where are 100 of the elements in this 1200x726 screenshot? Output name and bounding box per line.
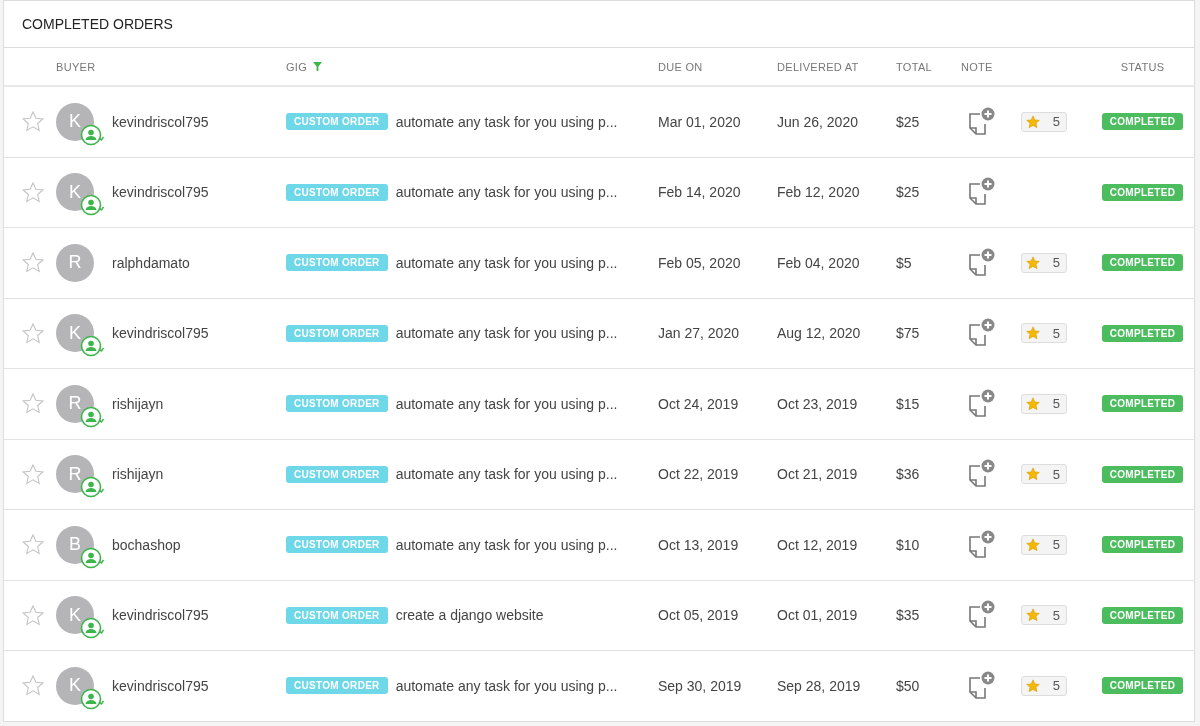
order-tag: CUSTOM ORDER [286, 324, 388, 342]
delivered-date: Oct 23, 2019 [777, 395, 859, 412]
column-header[interactable]: BUYER [56, 60, 286, 73]
column-header[interactable]: TOTAL [896, 60, 961, 73]
column-header[interactable]: DELIVERED AT [777, 60, 896, 73]
add-note-icon[interactable] [967, 106, 997, 137]
rating-value: 5 [1052, 466, 1060, 482]
buyer-name[interactable]: bochashop [112, 536, 181, 553]
add-note-icon[interactable] [967, 388, 997, 419]
order-tag: CUSTOM ORDER [286, 465, 388, 483]
buyer-name[interactable]: ralphdamato [112, 254, 190, 271]
star-icon [1026, 396, 1040, 411]
add-note-icon[interactable] [967, 600, 997, 631]
rating-value: 5 [1052, 678, 1060, 694]
gig-title[interactable]: automate any task for you using p... [395, 536, 618, 553]
panel-title: COMPLETED ORDERS [4, 1, 1194, 48]
rating-value: 5 [1052, 114, 1060, 130]
gig-title[interactable]: automate any task for you using p... [395, 677, 618, 694]
avatar: R [56, 243, 94, 282]
star-icon [1026, 326, 1040, 341]
delivered-date: Aug 12, 2020 [777, 325, 862, 342]
column-header[interactable]: STATUS [1120, 60, 1165, 73]
order-tag: CUSTOM ORDER [286, 183, 388, 201]
star-icon [1026, 537, 1040, 552]
order-total: $75 [896, 325, 921, 342]
order-tag: CUSTOM ORDER [286, 395, 388, 413]
due-date: Jan 27, 2020 [658, 325, 740, 342]
order-total: $50 [896, 677, 921, 694]
gig-title[interactable]: automate any task for you using p... [395, 395, 618, 412]
order-tag: CUSTOM ORDER [286, 606, 388, 624]
star-icon[interactable] [22, 604, 44, 626]
status-badge: COMPLETED [1101, 606, 1184, 624]
add-note-icon[interactable] [967, 177, 997, 208]
star-icon[interactable] [22, 463, 44, 485]
order-total: $36 [896, 466, 921, 483]
column-header[interactable]: GIG [286, 60, 308, 73]
star-icon[interactable] [22, 393, 44, 415]
order-tag: CUSTOM ORDER [286, 536, 388, 554]
add-note-icon[interactable] [967, 459, 997, 490]
star-icon[interactable] [22, 111, 44, 133]
gig-title[interactable]: automate any task for you using p... [395, 325, 618, 342]
due-date: Oct 13, 2019 [658, 536, 740, 553]
star-icon [1026, 255, 1040, 270]
due-date: Feb 05, 2020 [658, 254, 742, 271]
delivered-date: Sep 28, 2019 [777, 677, 862, 694]
delivered-date: Oct 12, 2019 [777, 536, 859, 553]
due-date: Oct 24, 2019 [658, 395, 740, 412]
filter-icon[interactable] [313, 62, 323, 71]
due-date: Oct 22, 2019 [658, 466, 740, 483]
order-tag: CUSTOM ORDER [286, 254, 388, 272]
status-badge: COMPLETED [1101, 536, 1184, 554]
add-note-icon[interactable] [967, 670, 997, 701]
column-header[interactable]: NOTE [961, 60, 1021, 73]
star-icon[interactable] [22, 534, 44, 556]
delivered-date: Oct 01, 2019 [777, 607, 859, 624]
delivered-date: Feb 12, 2020 [777, 184, 861, 201]
add-note-icon[interactable] [967, 529, 997, 560]
due-date: Oct 05, 2019 [658, 607, 740, 624]
gig-title[interactable]: automate any task for you using p... [395, 184, 618, 201]
rating-value: 5 [1052, 325, 1060, 341]
star-icon[interactable] [22, 322, 44, 344]
buyer-name[interactable]: kevindriscol795 [112, 325, 209, 342]
star-icon [1026, 114, 1040, 129]
status-badge: COMPLETED [1101, 395, 1184, 413]
order-total: $5 [896, 254, 913, 271]
rating-value: 5 [1052, 607, 1060, 623]
order-total: $35 [896, 607, 921, 624]
add-note-icon[interactable] [967, 318, 997, 349]
add-note-icon[interactable] [967, 247, 997, 278]
status-badge: COMPLETED [1101, 113, 1184, 131]
star-icon[interactable] [22, 675, 44, 697]
delivered-date: Feb 04, 2020 [777, 254, 861, 271]
order-tag: CUSTOM ORDER [286, 113, 388, 131]
star-icon [1026, 608, 1040, 623]
star-icon [1026, 678, 1040, 693]
status-badge: COMPLETED [1101, 254, 1184, 272]
gig-title[interactable]: automate any task for you using p... [395, 254, 618, 271]
order-total: $10 [896, 536, 921, 553]
gig-title[interactable]: create a django website [395, 607, 544, 624]
due-date: Sep 30, 2019 [658, 677, 743, 694]
buyer-name[interactable]: kevindriscol795 [112, 677, 209, 694]
buyer-name[interactable]: rishijayn [112, 466, 164, 483]
delivered-date: Jun 26, 2020 [777, 113, 859, 130]
buyer-name[interactable]: kevindriscol795 [112, 184, 209, 201]
order-total: $25 [896, 184, 921, 201]
star-icon[interactable] [22, 252, 44, 274]
buyer-name[interactable]: rishijayn [112, 395, 164, 412]
star-icon [1026, 467, 1040, 482]
status-badge: COMPLETED [1101, 465, 1184, 483]
star-icon[interactable] [22, 181, 44, 203]
column-header[interactable]: DUE ON [658, 60, 777, 73]
order-total: $15 [896, 395, 921, 412]
gig-title[interactable]: automate any task for you using p... [395, 113, 618, 130]
status-badge: COMPLETED [1101, 183, 1184, 201]
order-total: $25 [896, 113, 921, 130]
buyer-name[interactable]: kevindriscol795 [112, 113, 209, 130]
gig-title[interactable]: automate any task for you using p... [395, 466, 618, 483]
buyer-name[interactable]: kevindriscol795 [112, 607, 209, 624]
rating-value: 5 [1052, 255, 1060, 271]
status-badge: COMPLETED [1101, 677, 1184, 695]
